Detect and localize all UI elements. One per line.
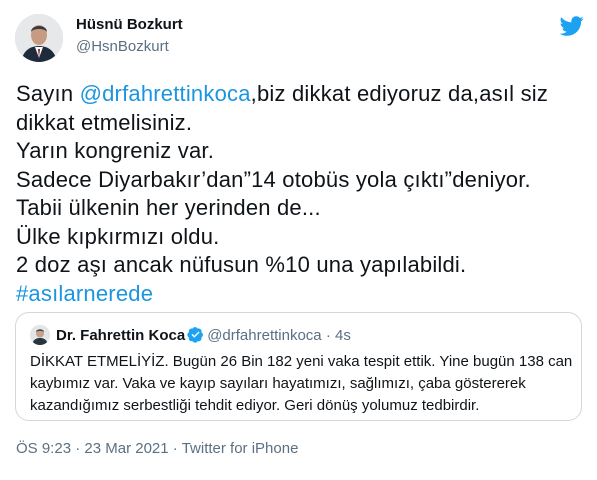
- tweet-line: Sayın @drfahrettinkoca,biz dikkat ediyor…: [16, 80, 586, 109]
- tweet-line: dikkat etmelisiniz.: [16, 109, 193, 135]
- tweet-line: Sadece Diyarbakır’dan”14 otobüs yola çık…: [16, 166, 531, 192]
- meta-separator: ·: [71, 440, 85, 457]
- tweet-time[interactable]: ÖS 9:23: [16, 440, 71, 457]
- hashtag-link[interactable]: #asılarnerede: [16, 280, 586, 309]
- tweet-line: Ülke kıpkırmızı oldu.: [16, 223, 220, 249]
- quoted-separator: ·: [325, 327, 331, 344]
- quoted-text-line: kazandığımız serbestliği tehdit ediyor. …: [30, 397, 480, 414]
- tweet-text-segment: Sayın: [16, 81, 80, 106]
- tweet-source[interactable]: Twitter for iPhone: [182, 440, 299, 457]
- quoted-text-line: DİKKAT ETMELİYİZ. Bugün 26 Bin 182 yeni …: [30, 353, 573, 370]
- tweet-line: Yarın kongreniz var.: [16, 138, 215, 163]
- tweet-date[interactable]: 23 Mar 2021: [84, 440, 168, 457]
- author-name[interactable]: Hüsnü Bozkurt: [76, 16, 183, 33]
- quoted-author-handle: @drfahrettinkoca: [207, 327, 322, 344]
- quoted-text: DİKKAT ETMELİYİZ. Bugün 26 Bin 182 yeni …: [30, 351, 573, 417]
- tweet-card: Hüsnü Bozkurt @HsnBozkurt Sayın @drfahre…: [0, 0, 597, 480]
- author-avatar[interactable]: [15, 14, 63, 62]
- verified-badge-icon: [187, 326, 204, 343]
- author-handle[interactable]: @HsnBozkurt: [76, 38, 169, 55]
- tweet-meta: ÖS 9:23 · 23 Mar 2021 · Twitter for iPho…: [16, 440, 298, 457]
- mention-link[interactable]: @drfahrettinkoca: [80, 81, 251, 106]
- tweet-line: Tabii ülkenin her yerinden de...: [16, 195, 321, 220]
- quoted-author-avatar: [30, 325, 50, 345]
- quoted-time: 4s: [335, 327, 351, 344]
- twitter-bird-icon[interactable]: [559, 14, 584, 38]
- tweet-text-segment: ,biz dikkat ediyoruz da,asıl siz: [250, 81, 549, 106]
- tweet-line: 2 doz aşı ancak nüfusun %10 una yapılabi…: [16, 252, 467, 277]
- quoted-text-line: kaybımız var. Vaka ve kayıp sayıları hay…: [30, 375, 526, 392]
- meta-separator: ·: [168, 440, 182, 457]
- quoted-author-name: Dr. Fahrettin Koca: [56, 327, 186, 344]
- tweet-text: Sayın @drfahrettinkoca,biz dikkat ediyor…: [16, 80, 586, 308]
- quoted-header: Dr. Fahrettin Koca @drfahrettinkoca · 4s: [56, 326, 351, 344]
- quoted-tweet[interactable]: Dr. Fahrettin Koca @drfahrettinkoca · 4s …: [15, 312, 582, 421]
